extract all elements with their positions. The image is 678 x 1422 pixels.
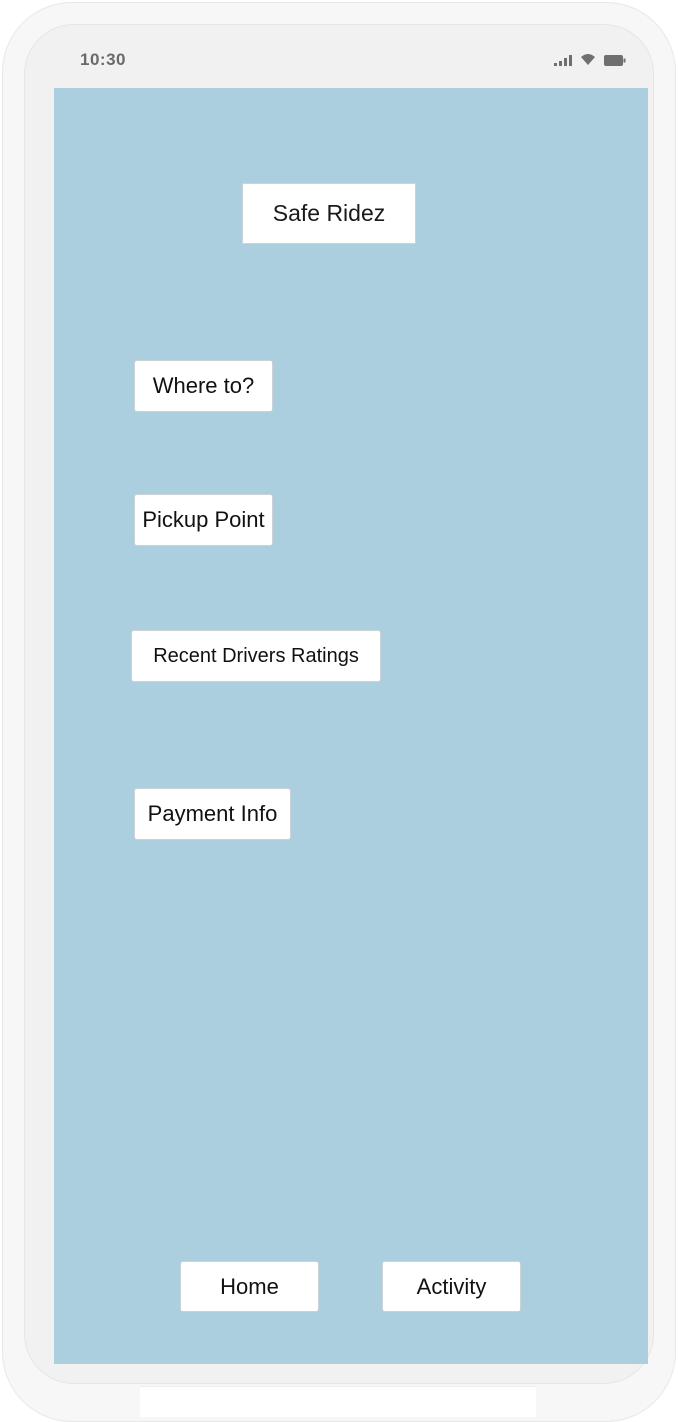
- status-time: 10:30: [80, 50, 126, 69]
- activity-nav-button[interactable]: Activity: [382, 1261, 521, 1312]
- status-icons: [554, 53, 626, 66]
- pickup-point-button[interactable]: Pickup Point: [134, 494, 273, 546]
- recent-drivers-ratings-button[interactable]: Recent Drivers Ratings: [131, 630, 381, 682]
- payment-info-button[interactable]: Payment Info: [134, 788, 291, 840]
- phone-frame: 10:30 Safe Ridez Where to? Pickup Point …: [0, 0, 678, 1422]
- app-screen: Safe Ridez Where to? Pickup Point Recent…: [54, 88, 648, 1364]
- status-bar: 10:30: [54, 40, 648, 88]
- where-to-button[interactable]: Where to?: [134, 360, 273, 412]
- app-title: Safe Ridez: [242, 183, 416, 244]
- home-indicator: [140, 1386, 536, 1417]
- wifi-icon: [580, 53, 596, 66]
- signal-icon: [554, 54, 572, 66]
- battery-icon: [604, 55, 626, 66]
- home-nav-button[interactable]: Home: [180, 1261, 319, 1312]
